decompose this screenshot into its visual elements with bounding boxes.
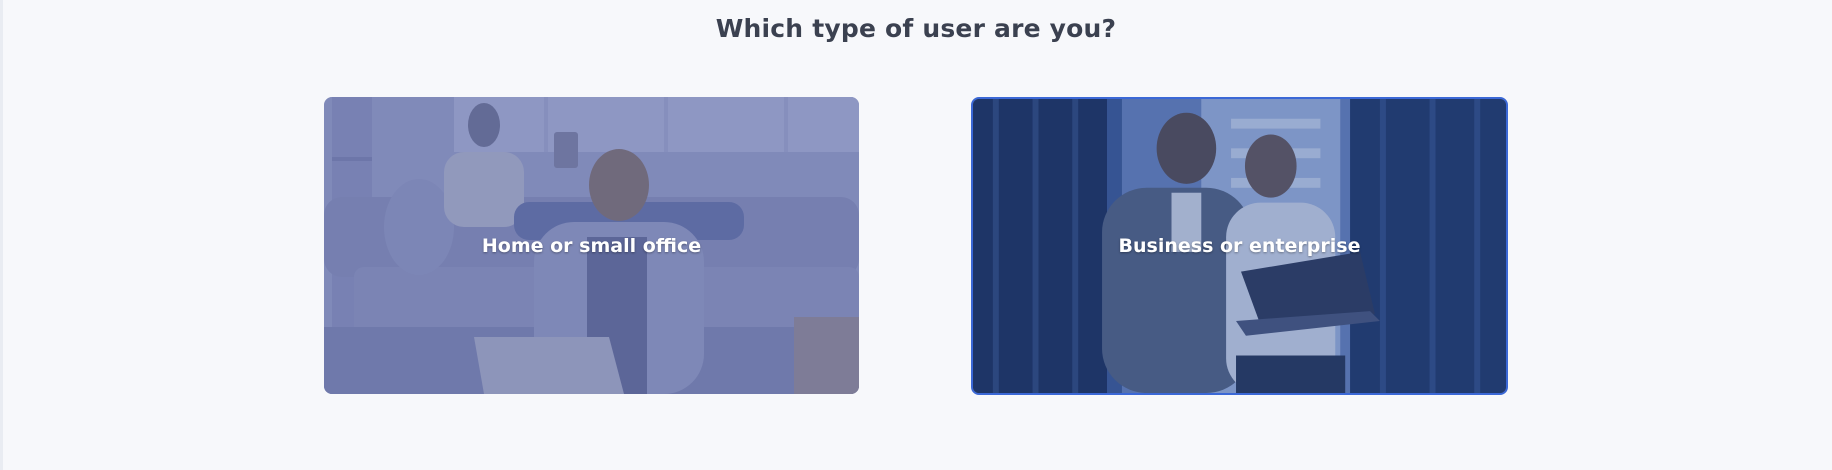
- left-rail: [0, 0, 3, 470]
- home-office-card[interactable]: Home or small office: [324, 97, 859, 394]
- user-type-page: Which type of user are you? Home or smal…: [0, 0, 1832, 470]
- page-title: Which type of user are you?: [715, 14, 1117, 43]
- business-enterprise-card[interactable]: Business or enterprise: [971, 97, 1508, 395]
- home-office-label: Home or small office: [481, 234, 702, 257]
- business-enterprise-label: Business or enterprise: [1118, 235, 1361, 257]
